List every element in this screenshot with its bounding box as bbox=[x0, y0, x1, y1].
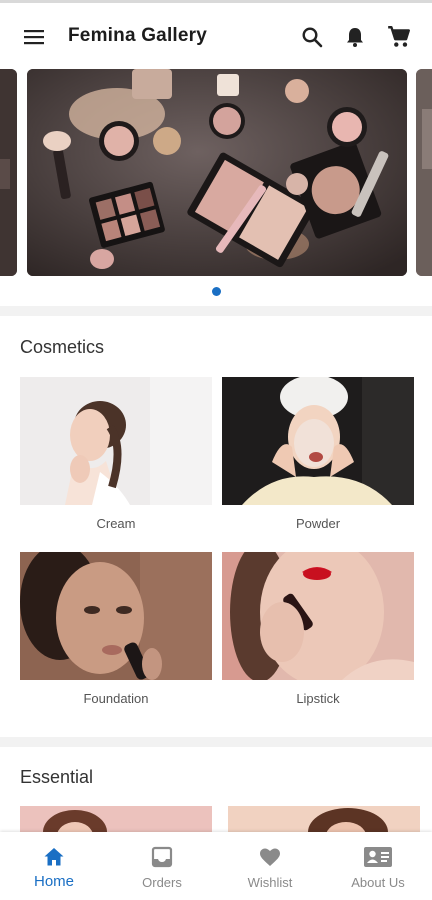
category-tile-lipstick[interactable]: Lipstick bbox=[222, 552, 414, 706]
carousel-indicator-dot[interactable] bbox=[212, 287, 221, 296]
banner-carousel[interactable] bbox=[0, 69, 432, 279]
carousel-slide-prev[interactable] bbox=[0, 69, 17, 276]
search-icon bbox=[302, 27, 323, 48]
notifications-button[interactable] bbox=[341, 23, 369, 51]
foundation-image bbox=[20, 552, 212, 680]
nav-about-us[interactable]: About Us bbox=[324, 832, 432, 900]
app-title: Femina Gallery bbox=[68, 25, 208, 46]
nav-home[interactable]: Home bbox=[0, 832, 108, 900]
bottom-navigation: Home Orders Wishlist About Us bbox=[0, 832, 432, 900]
nav-orders[interactable]: Orders bbox=[108, 832, 216, 900]
home-icon bbox=[44, 848, 64, 866]
category-label-cream: Cream bbox=[96, 516, 136, 531]
cart-icon bbox=[388, 26, 410, 47]
category-label-powder: Powder bbox=[295, 516, 341, 531]
category-tile-foundation[interactable]: Foundation bbox=[20, 552, 212, 706]
section-divider bbox=[0, 737, 432, 747]
menu-icon bbox=[24, 30, 44, 45]
powder-image bbox=[222, 377, 414, 505]
cream-image bbox=[20, 377, 212, 505]
app-bar: Femina Gallery bbox=[0, 3, 432, 67]
section-divider bbox=[0, 306, 432, 316]
category-label-foundation: Foundation bbox=[83, 691, 149, 706]
nav-wishlist-label: Wishlist bbox=[247, 875, 293, 890]
search-button[interactable] bbox=[298, 23, 326, 51]
lipstick-image bbox=[222, 552, 414, 680]
section-title-cosmetics: Cosmetics bbox=[20, 337, 105, 357]
essential-item-image[interactable] bbox=[20, 806, 212, 832]
nav-wishlist[interactable]: Wishlist bbox=[216, 832, 324, 900]
inbox-icon bbox=[151, 846, 173, 868]
heart-icon bbox=[260, 848, 280, 866]
contact-card-icon bbox=[364, 847, 392, 867]
category-label-lipstick: Lipstick bbox=[296, 691, 340, 706]
category-tile-powder[interactable]: Powder bbox=[222, 377, 414, 531]
nav-orders-label: Orders bbox=[142, 875, 182, 890]
menu-button[interactable] bbox=[18, 21, 50, 53]
carousel-slide-next[interactable] bbox=[416, 69, 432, 276]
nav-about-us-label: About Us bbox=[351, 875, 405, 890]
essential-item-image[interactable] bbox=[228, 806, 420, 832]
cart-button[interactable] bbox=[385, 23, 413, 51]
category-tile-cream[interactable]: Cream bbox=[20, 377, 212, 531]
section-title-essential: Essential bbox=[20, 767, 94, 787]
makeup-banner-image[interactable] bbox=[27, 69, 407, 276]
nav-home-label: Home bbox=[33, 873, 74, 890]
notifications-icon bbox=[347, 28, 363, 47]
